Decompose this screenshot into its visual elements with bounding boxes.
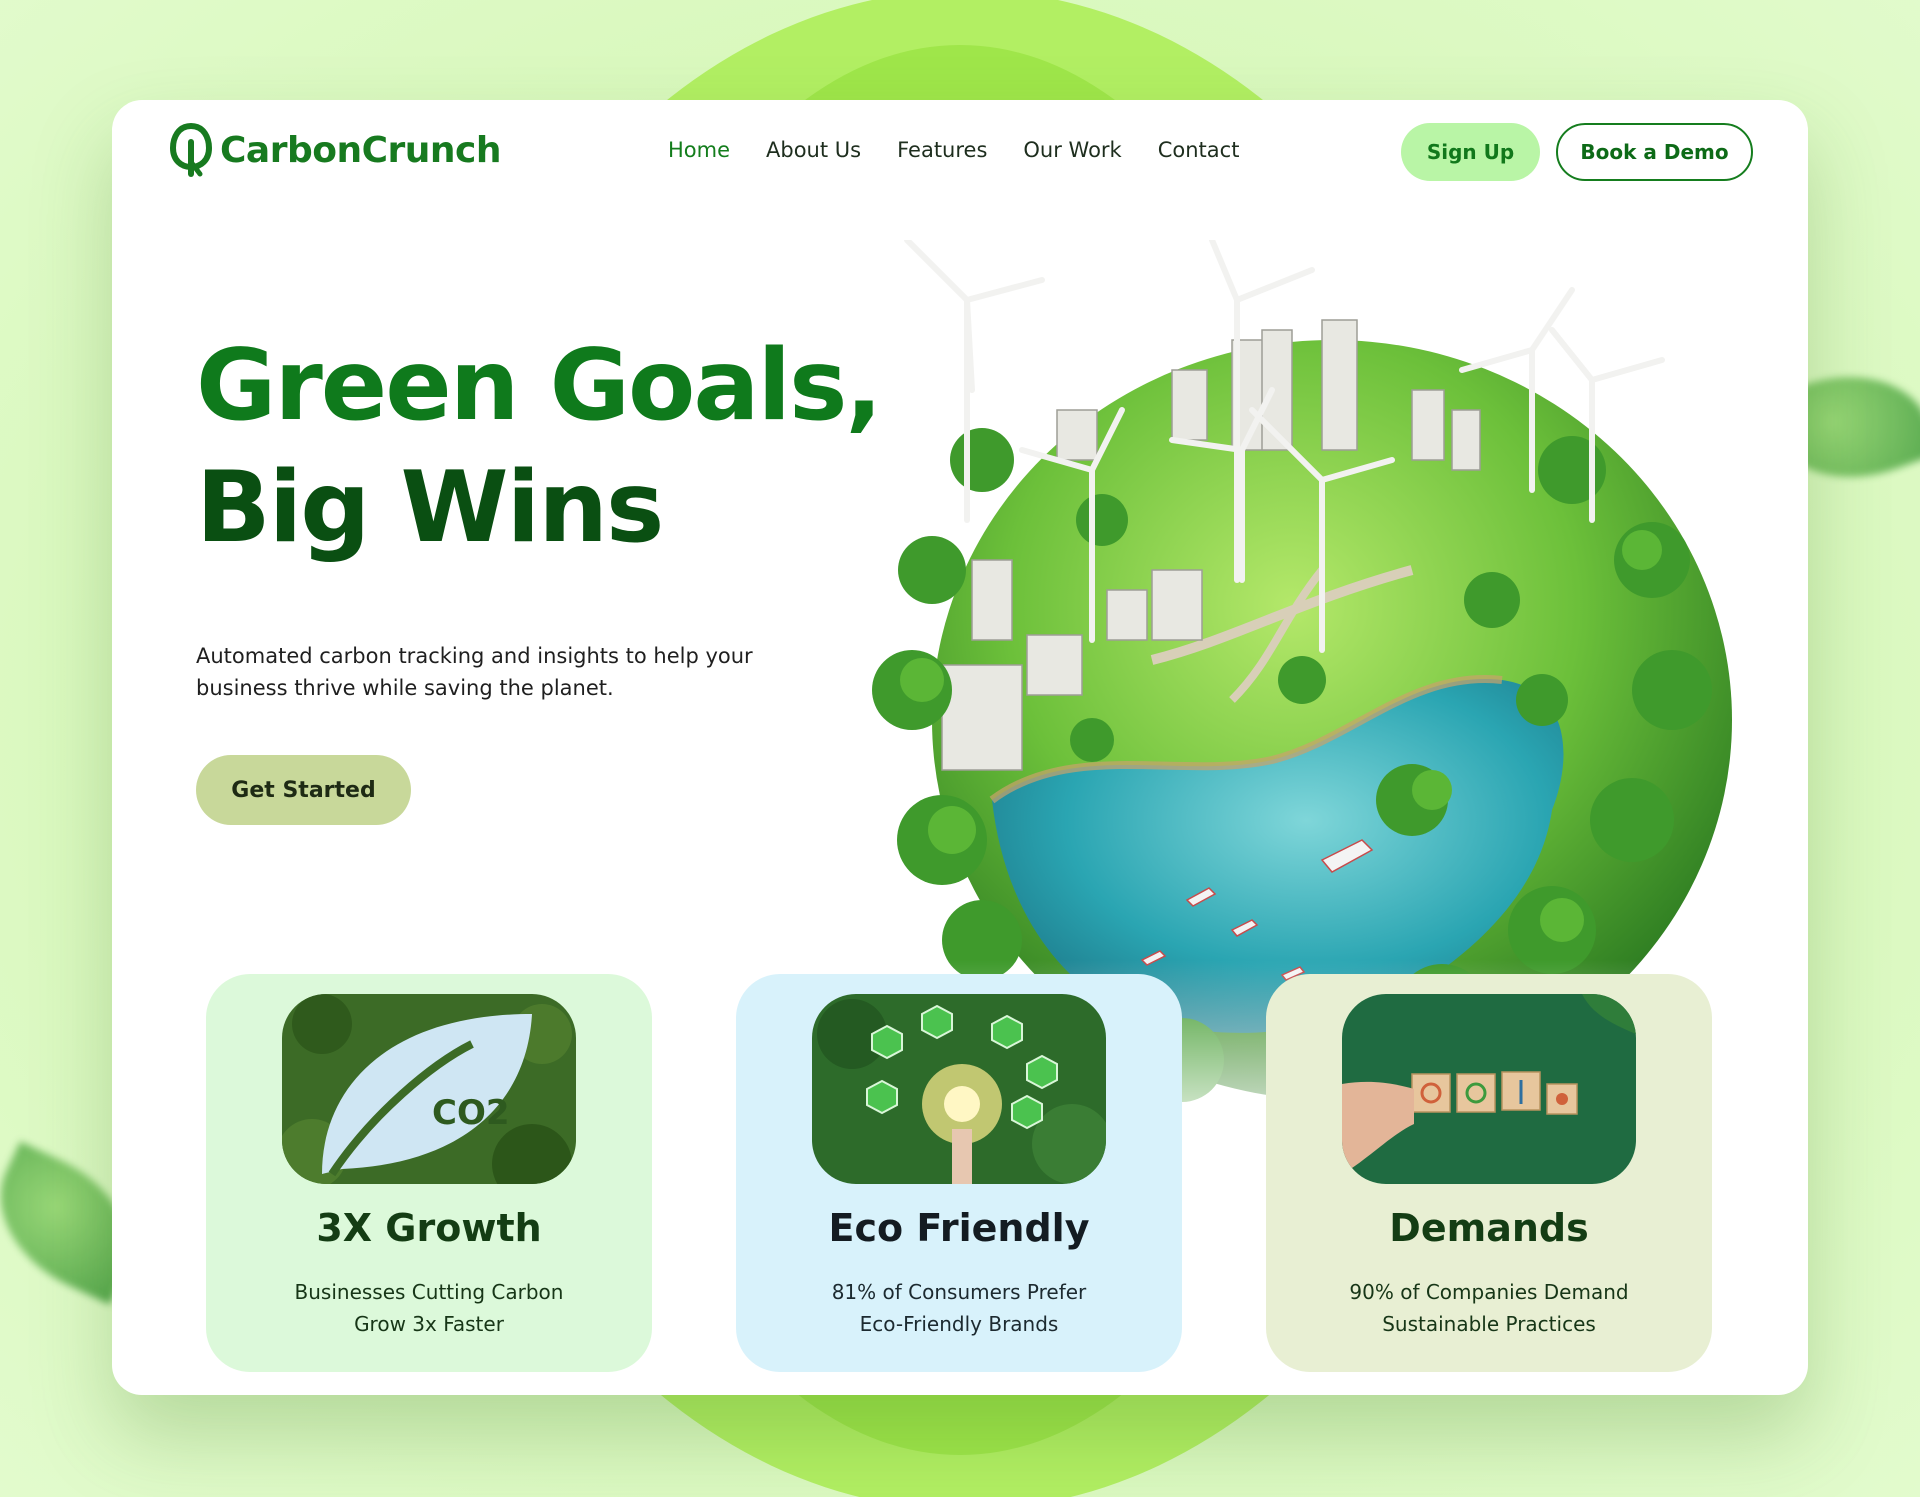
co2-leaf-forest-image: CO2 <box>282 994 576 1184</box>
nav-item-our-work[interactable]: Our Work <box>1023 138 1121 162</box>
nav-item-features[interactable]: Features <box>897 138 987 162</box>
leaf-logo-icon <box>170 122 212 177</box>
hero-title: Green Goals, Big Wins <box>196 325 883 569</box>
feature-title: Demands <box>1389 1206 1589 1250</box>
feature-desc-line: Businesses Cutting Carbon <box>294 1280 564 1304</box>
feature-desc-line: 81% of Consumers Prefer <box>831 1280 1087 1304</box>
feature-desc-line: 90% of Companies Demand <box>1349 1280 1629 1304</box>
feature-description: 81% of Consumers Prefer Eco-Friendly Bra… <box>776 1276 1142 1340</box>
get-started-button[interactable]: Get Started <box>196 755 411 825</box>
feature-title: 3X Growth <box>316 1206 542 1250</box>
main-nav: Home About Us Features Our Work Contact <box>668 138 1275 162</box>
wooden-blocks-sustainability-image <box>1342 994 1636 1184</box>
sign-up-button[interactable]: Sign Up <box>1401 123 1540 181</box>
brand-logo[interactable]: CarbonCrunch <box>170 122 502 178</box>
hero-subtitle: Automated carbon tracking and insights t… <box>196 644 753 700</box>
feature-card-growth[interactable]: CO2 3X Growth Businesses Cutting Carbon … <box>206 974 652 1372</box>
feature-desc-line: Grow 3x Faster <box>354 1312 504 1336</box>
feature-title: Eco Friendly <box>828 1206 1090 1250</box>
nav-item-contact[interactable]: Contact <box>1158 138 1240 162</box>
hero-title-line1: Green Goals, <box>196 329 883 443</box>
feature-description: 90% of Companies Demand Sustainable Prac… <box>1306 1276 1672 1340</box>
feature-desc-line: Sustainable Practices <box>1382 1312 1596 1336</box>
feature-description: Businesses Cutting Carbon Grow 3x Faster <box>246 1276 612 1340</box>
nav-item-home[interactable]: Home <box>668 138 730 162</box>
co2-label: CO2 <box>432 1093 510 1133</box>
book-demo-button[interactable]: Book a Demo <box>1556 123 1753 181</box>
feature-desc-line: Eco-Friendly Brands <box>859 1312 1059 1336</box>
feature-card-demands[interactable]: Demands 90% of Companies Demand Sustaina… <box>1266 974 1712 1372</box>
feature-card-eco-friendly[interactable]: Eco Friendly 81% of Consumers Prefer Eco… <box>736 974 1182 1372</box>
lightbulb-eco-icons-image <box>812 994 1106 1184</box>
nav-item-about-us[interactable]: About Us <box>766 138 861 162</box>
brand-name: CarbonCrunch <box>220 129 502 171</box>
website-mockup: CarbonCrunch Home About Us Features Our … <box>112 100 1808 1395</box>
hero-title-line2: Big Wins <box>196 451 664 565</box>
